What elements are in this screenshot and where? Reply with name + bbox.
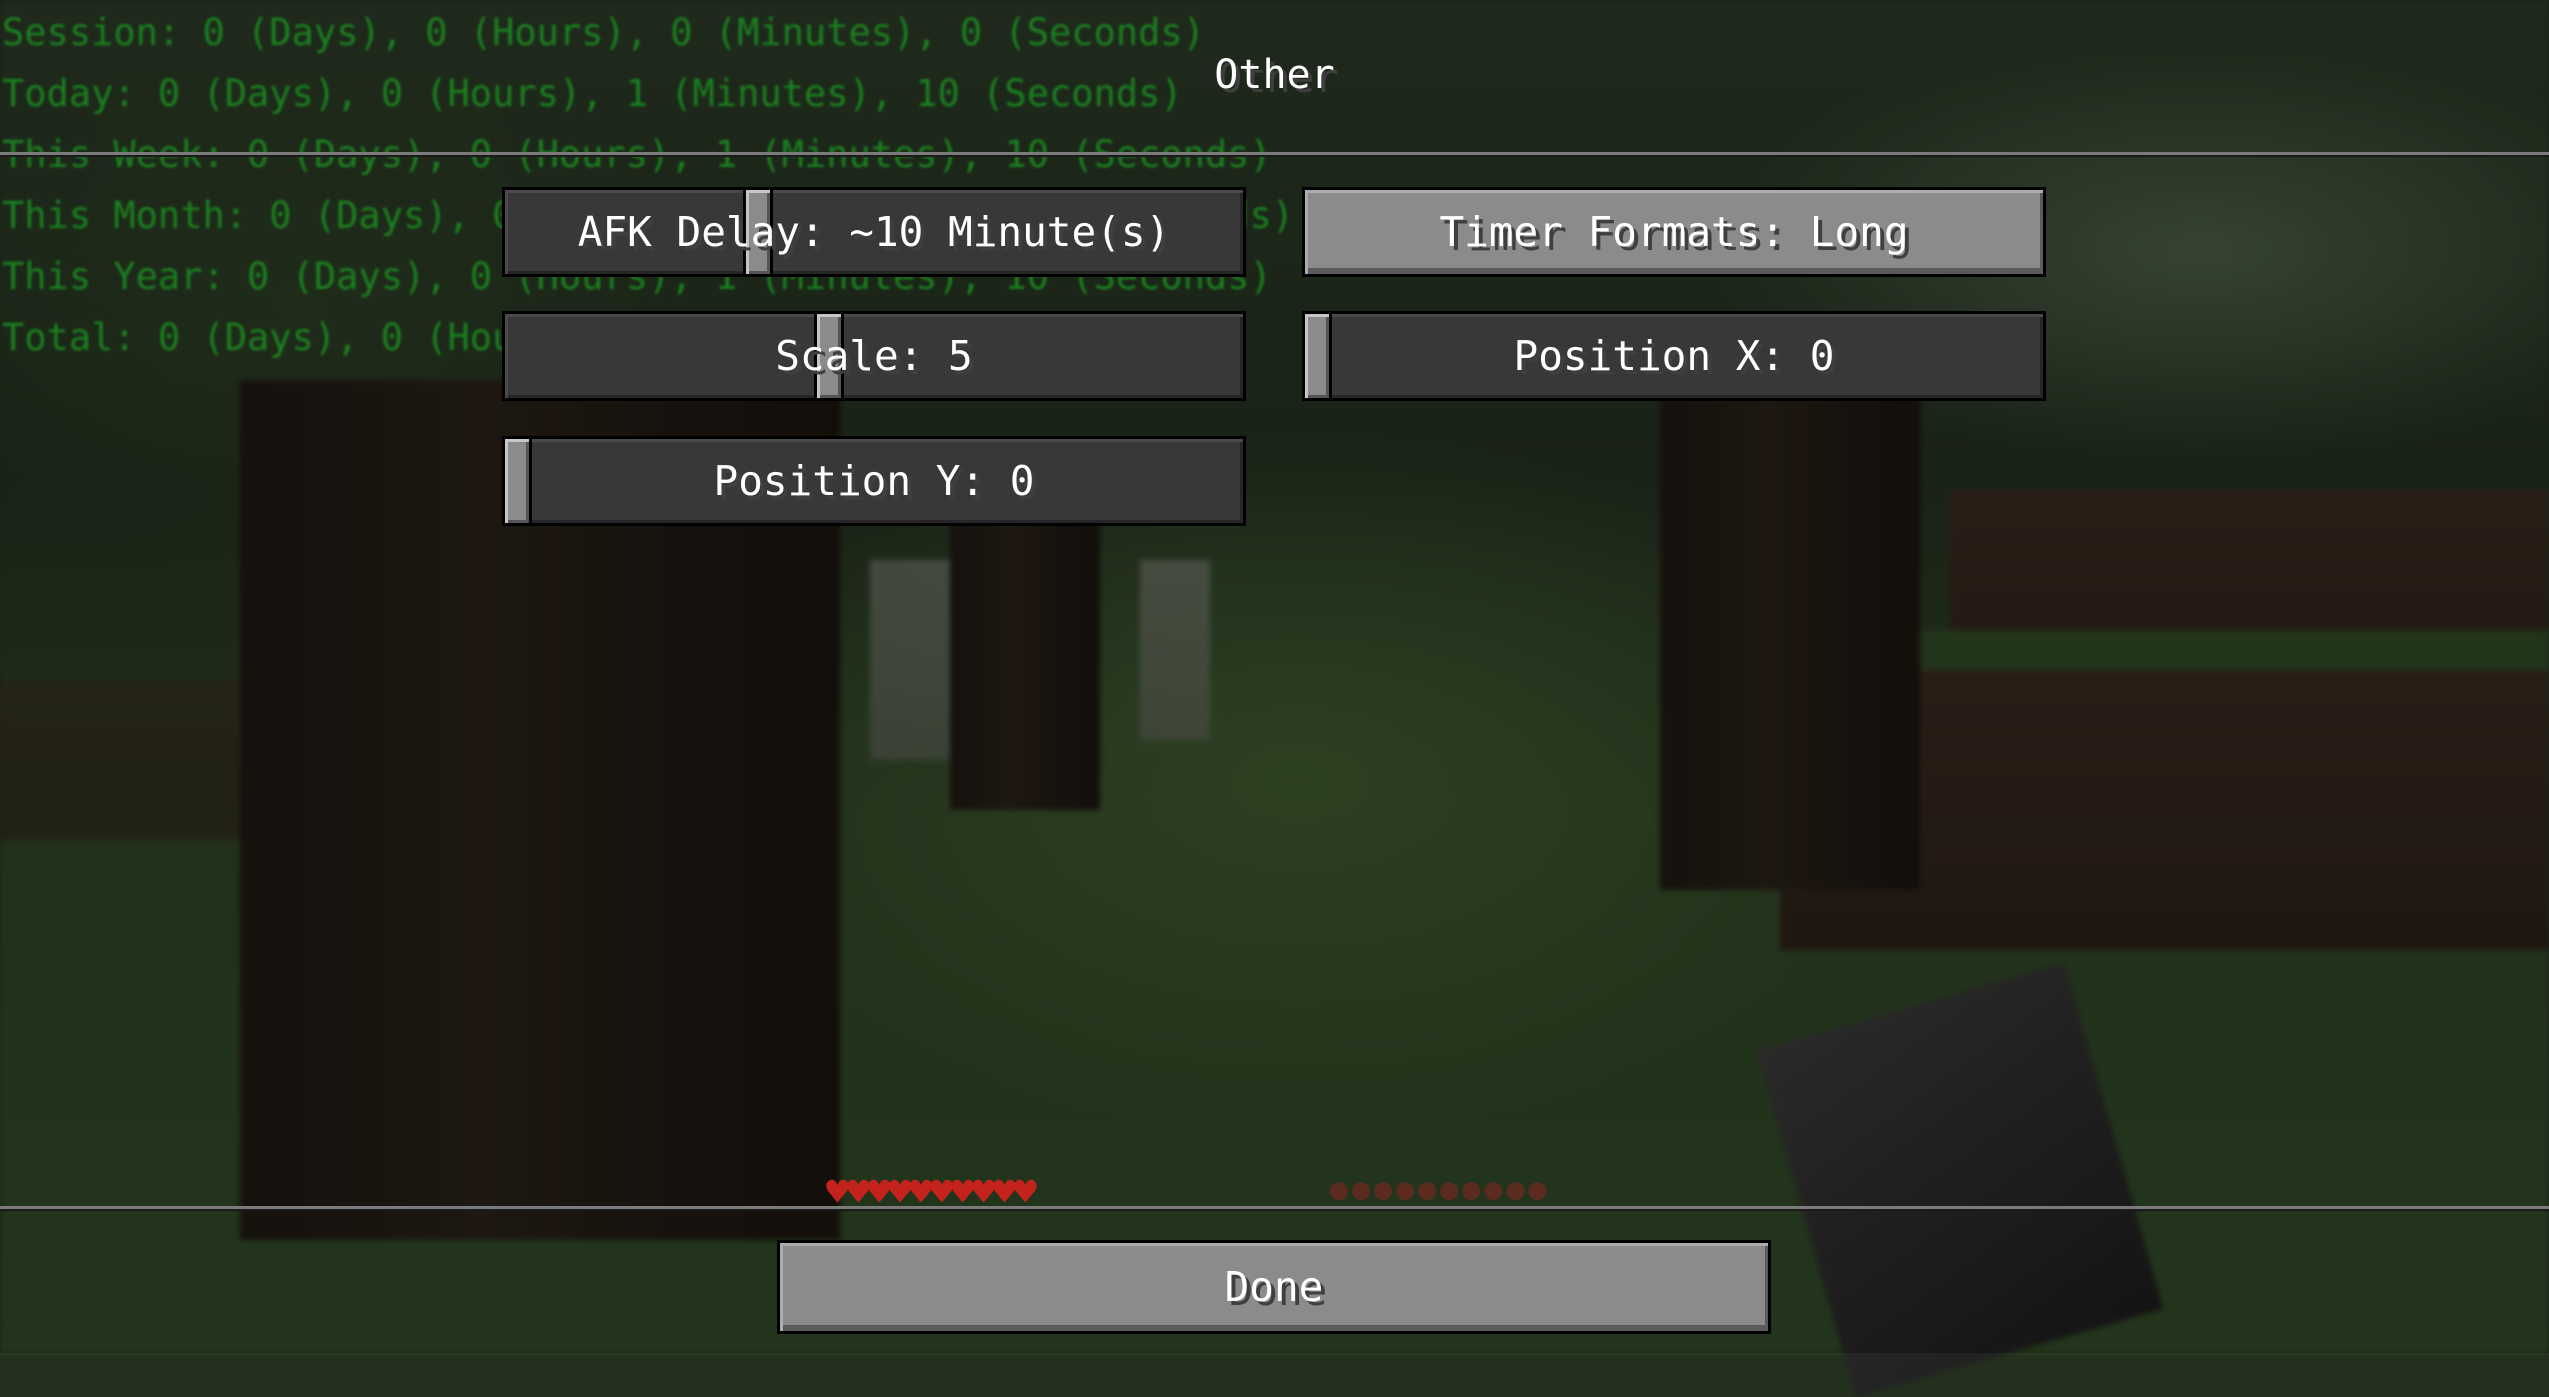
done-label: Done [1224,1263,1324,1311]
position-y-label: Position Y: 0 [713,457,1035,505]
position-x-slider-handle[interactable] [1302,311,1332,401]
screen-title: Other [1214,52,1335,98]
position-y-slider[interactable]: Position Y: 0 [502,436,1246,526]
top-divider [0,152,2549,155]
afk-delay-slider[interactable]: AFK Delay: ~10 Minute(s) [502,187,1246,277]
hunger-bar: ●●●●●●●●●● [1330,1172,1551,1207]
bottom-divider [0,1206,2549,1209]
afk-delay-label: AFK Delay: ~10 Minute(s) [577,208,1171,256]
timer-formats-button[interactable]: Timer Formats: Long [1302,187,2046,277]
scale-slider[interactable]: Scale: 5 [502,311,1246,401]
timer-formats-label: Timer Formats: Long [1439,208,1909,256]
done-button[interactable]: Done [777,1240,1771,1334]
scale-label: Scale: 5 [775,332,973,380]
position-x-label: Position X: 0 [1513,332,1835,380]
position-x-slider[interactable]: Position X: 0 [1302,311,2046,401]
position-y-slider-handle[interactable] [502,436,532,526]
